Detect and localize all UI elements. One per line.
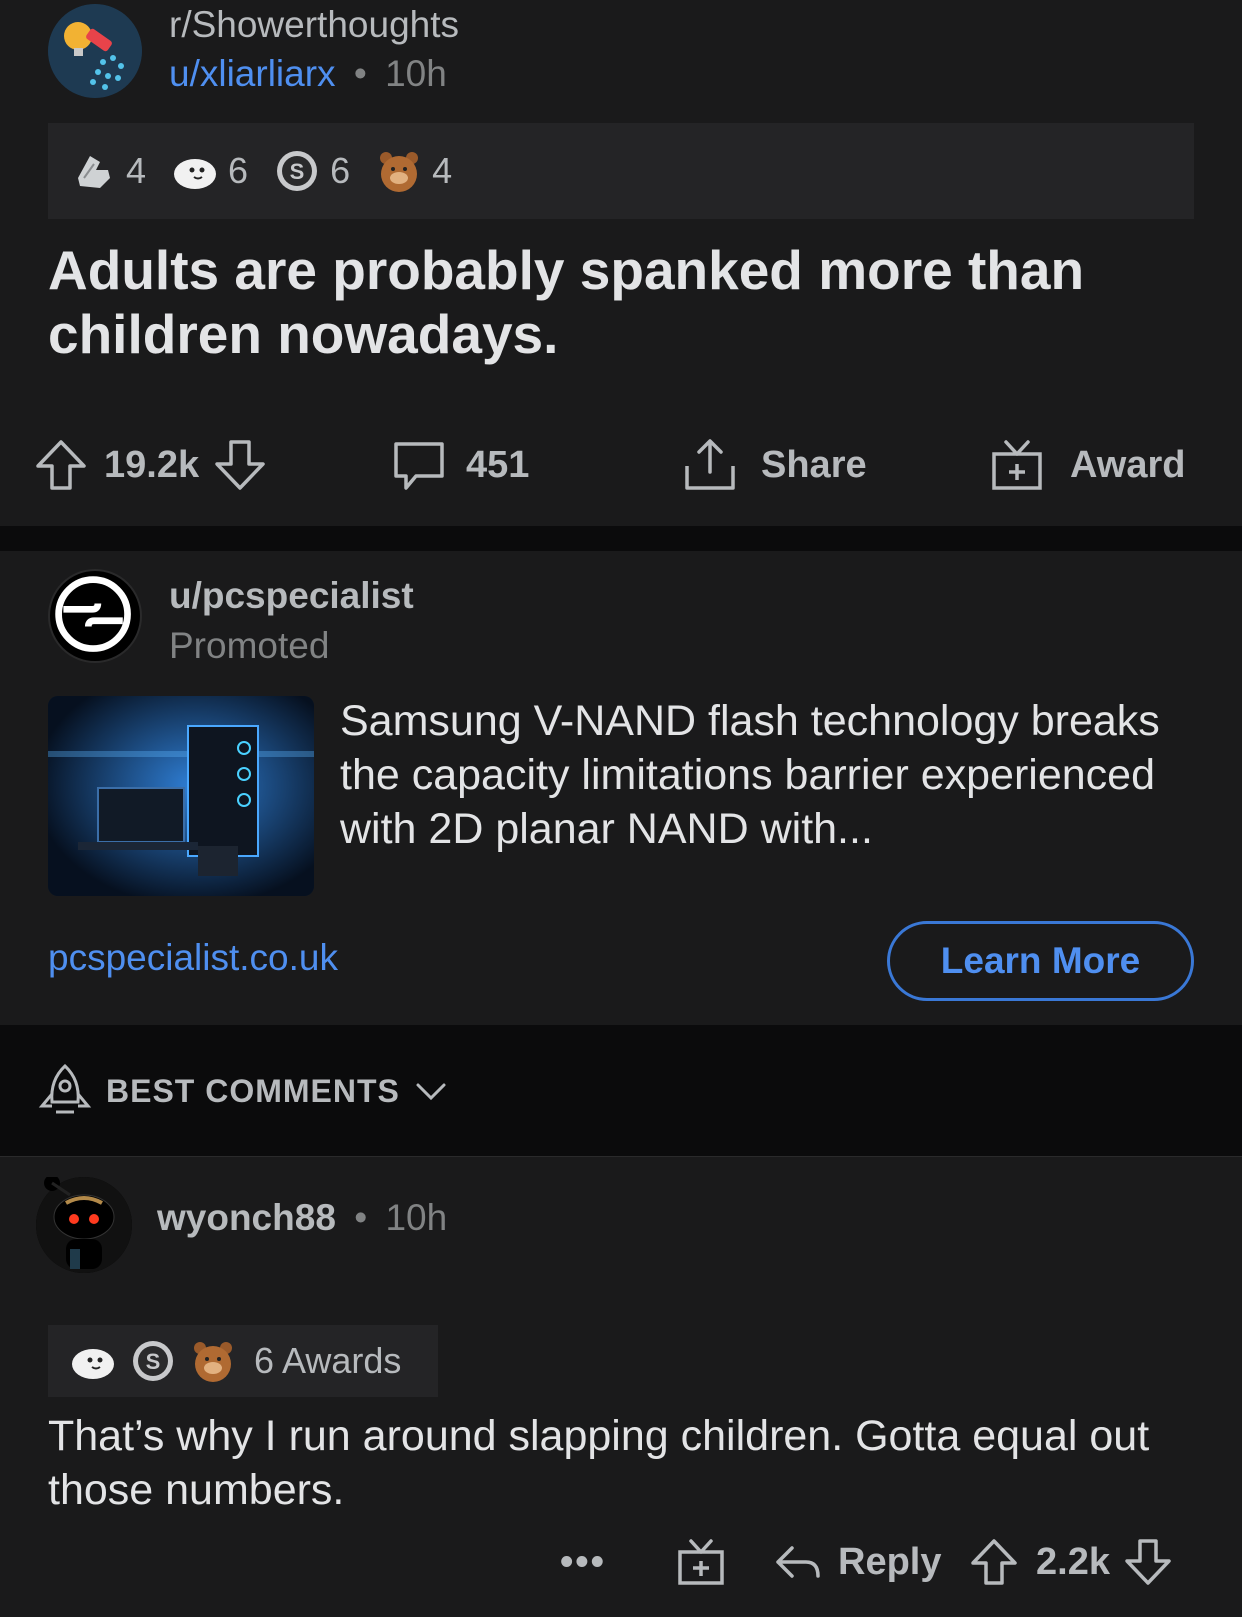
award-button[interactable]: Award [988,430,1185,500]
comment-vote-count: 2.2k [1036,1540,1110,1583]
reply-label: Reply [838,1540,942,1583]
silver-award-icon: S [277,151,318,191]
svg-text:S: S [290,159,305,184]
pcspecialist-logo-icon [55,576,131,652]
post-meta: u/xliarliarx • 10h [169,53,447,95]
showerhead-icon [48,4,142,98]
comment-award-button[interactable] [675,1527,727,1597]
bear-award-icon [194,1342,232,1382]
ad-headline[interactable]: Samsung V-NAND flash technology breaks t… [340,694,1200,856]
helpful-award-icon [78,156,110,188]
comment-body: That’s why I run around slapping childre… [48,1412,1150,1514]
wholesome-seal-award-icon [174,159,217,189]
meta-separator: • [353,53,367,94]
reply-button[interactable]: Reply [772,1527,941,1597]
sort-dropdown[interactable]: BEST COMMENTS [36,1062,448,1120]
share-button[interactable]: Share [681,430,867,500]
award-helpful[interactable]: 4 [70,148,146,194]
promoted-post[interactable]: u/pcspecialist Promoted Samsung V-NAND f… [0,551,1242,1025]
gift-award-icon [992,440,1042,490]
comment-count: 451 [466,443,530,486]
silver-award-icon: S [133,1341,173,1381]
share-label: Share [761,443,867,486]
post-actions: 19.2k 451 Share Award [0,430,1242,500]
svg-text:S: S [146,1349,161,1374]
comment-vote-group: 2.2k [968,1527,1174,1597]
comments-button[interactable]: 451 [390,430,529,500]
subreddit-name[interactable]: r/Showerthoughts [169,4,459,46]
advertiser-name[interactable]: u/pcspecialist [169,575,414,617]
award-bear[interactable]: 4 [376,148,452,194]
comment-bubble-icon [394,442,444,490]
comment-age: 10h [385,1197,448,1238]
comment: wyonch88 • 10h S 6 Awards That’s why I r… [0,1157,1242,1617]
post-vote-group: 19.2k [32,430,269,500]
wholesome-seal-award-icon [72,1349,114,1379]
award-silver[interactable]: S 6 [274,148,350,194]
award-count: 4 [432,150,453,191]
comment-actions: ••• Reply 2.2k [0,1527,1242,1597]
award-label: Award [1070,443,1186,486]
comment-meta: wyonch88 • 10h [157,1197,447,1239]
comment-author-avatar[interactable] [36,1175,132,1273]
learn-more-button[interactable]: Learn More [887,921,1194,1001]
reply-arrow-icon [776,1546,820,1578]
award-count: 4 [126,150,147,191]
advertiser-avatar[interactable] [48,569,142,663]
post-vote-count: 19.2k [104,443,200,486]
comment-awards-bar[interactable]: S 6 Awards [48,1325,438,1397]
meta-separator: • [354,1197,368,1238]
post-age: 10h [385,53,447,94]
gaming-pc-image [48,696,314,896]
subreddit-avatar[interactable] [48,4,142,98]
promoted-label: Promoted [169,625,330,666]
snoo-avatar-icon [36,1175,132,1273]
upvote-arrow-icon[interactable] [968,1536,1020,1588]
post-title[interactable]: Adults are probably spanked more than ch… [48,238,1188,366]
comment-author[interactable]: wyonch88 [157,1197,336,1238]
post-card: r/Showerthoughts u/xliarliarx • 10h 4 6 [0,0,1242,526]
comment-awards-label: 6 Awards [254,1340,402,1381]
post-author-link[interactable]: u/xliarliarx [169,53,336,94]
ad-domain-link[interactable]: pcspecialist.co.uk [48,937,338,979]
award-count: 6 [228,150,249,191]
award-wholesome-seal[interactable]: 6 [172,148,248,194]
comment-sort-bar: BEST COMMENTS [0,1040,1242,1140]
rocket-icon [38,1063,92,1114]
chevron-down-icon [416,1083,446,1101]
more-options-button[interactable]: ••• [560,1527,606,1597]
downvote-arrow-icon[interactable] [1122,1536,1174,1588]
bear-award-icon [380,152,419,192]
ad-thumbnail[interactable] [48,696,314,896]
share-icon [685,439,735,490]
award-count: 6 [330,150,351,191]
gift-award-icon [678,1539,724,1585]
upvote-arrow-icon[interactable] [32,436,90,494]
sort-label: BEST COMMENTS [106,1072,400,1109]
downvote-arrow-icon[interactable] [211,436,269,494]
post-awards-bar[interactable]: 4 6 S 6 4 [48,123,1194,219]
